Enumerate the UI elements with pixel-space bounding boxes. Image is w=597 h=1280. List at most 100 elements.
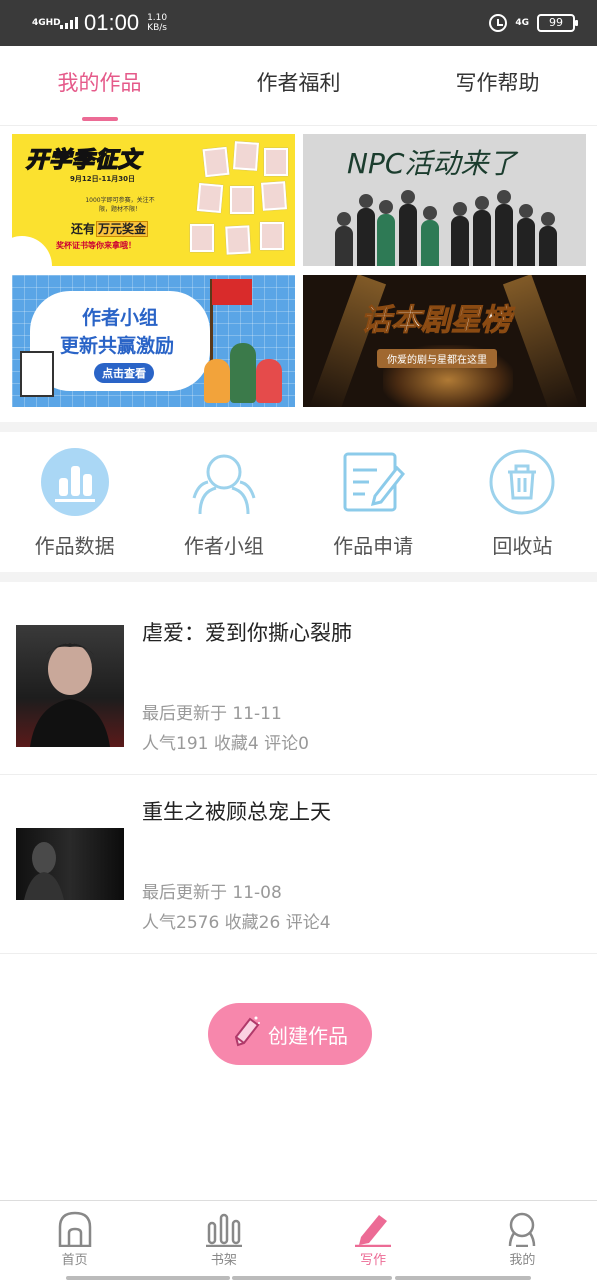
photo-thumbnail	[260, 222, 284, 250]
nav-label: 写作	[360, 1253, 387, 1268]
photo-thumbnail	[202, 146, 230, 178]
group-icon	[190, 448, 258, 516]
system-nav-bar	[395, 1276, 531, 1280]
work-stats: 人气191 收藏4 评论0	[142, 734, 309, 754]
shortcut-work-application[interactable]: 作品申请	[299, 440, 448, 570]
tab-my-works[interactable]: 我的作品	[0, 46, 199, 125]
person-figure	[539, 212, 557, 266]
signal-bars-icon	[60, 17, 78, 29]
banner-prize: 还有 万元奖金	[70, 220, 149, 237]
nav-label: 首页	[61, 1253, 88, 1268]
group-photo	[333, 184, 563, 266]
photo-thumbnail	[196, 183, 224, 213]
photo-thumbnail	[264, 148, 288, 176]
shortcut-label: 回收站	[492, 534, 553, 558]
banner-view-button[interactable]: 点击查看	[94, 363, 154, 383]
network-speed-unit: KB/s	[147, 23, 167, 33]
photo-thumbnail	[190, 224, 214, 252]
person-figure	[517, 204, 535, 266]
banner-prize-highlight: 万元奖金	[96, 221, 149, 237]
photo-thumbnail	[233, 141, 259, 171]
pen-icon	[355, 1211, 392, 1248]
tab-writing-help[interactable]: 写作帮助	[398, 46, 597, 125]
banner-description: 1000字即可参赛，关注不限，题材不限！	[85, 197, 155, 213]
shortcut-recycle-bin[interactable]: 回收站	[448, 440, 597, 570]
bar-chart-icon	[40, 448, 109, 516]
system-nav-bar	[66, 1276, 230, 1280]
banner-prize-prefix: 还有	[71, 222, 96, 236]
shortcut-label: 作品数据	[34, 534, 115, 558]
clock: 01:00	[84, 10, 140, 35]
person-figure	[495, 190, 513, 266]
shortcut-author-group[interactable]: 作者小组	[149, 440, 298, 570]
person-figure	[377, 200, 395, 266]
banner-script-ranking[interactable]: 话本剧星榜 你爱的剧与星都在这里	[303, 275, 586, 407]
work-item[interactable]: 重生之被顾总宠上天 最后更新于 11-08 人气2576 收藏26 评论4	[0, 776, 597, 954]
work-stats: 人气2576 收藏26 评论4	[142, 913, 331, 933]
banner-title: 作者小组	[82, 307, 159, 329]
work-cover-image	[16, 625, 124, 747]
banner-subline: 奖杯证书等你来拿哦！	[56, 241, 136, 250]
page: 4GHD 01:00 1.10 KB/s 4G 99 我的作品 作者福利 写作帮…	[0, 0, 597, 1280]
section-divider	[0, 422, 597, 432]
banner-subtitle: 你爱的剧与星都在这里	[377, 349, 497, 368]
mobile-data-indicator: 4G	[515, 17, 529, 28]
shortcut-label: 作品申请	[333, 534, 414, 558]
tab-author-benefits[interactable]: 作者福利	[199, 46, 398, 125]
section-divider	[0, 572, 597, 582]
work-item[interactable]: 虐爱：爱到你撕心裂肺 最后更新于 11-11 人气191 收藏4 评论0	[0, 597, 597, 775]
work-title: 重生之被顾总宠上天	[142, 800, 331, 824]
banner-npc-event[interactable]: NPC活动来了	[303, 134, 586, 266]
banner-date: 9月12日-11月30日	[70, 175, 135, 183]
photo-thumbnail	[225, 225, 251, 255]
shortcut-label: 作者小组	[183, 534, 264, 558]
nav-label: 我的	[509, 1253, 536, 1268]
banner-subtitle: 更新共赢激励	[60, 335, 175, 357]
bottom-navigation: 首页 书架 写作 我的	[0, 1200, 597, 1280]
network-speed: 1.10 KB/s	[147, 13, 167, 33]
work-cover-image	[16, 828, 124, 900]
person-figure	[421, 206, 439, 266]
nav-profile[interactable]: 我的	[448, 1201, 597, 1280]
status-icons: 4G 99	[489, 14, 578, 32]
person-figure	[357, 194, 375, 266]
work-title: 虐爱：爱到你撕心裂肺	[142, 621, 352, 645]
trash-icon	[488, 448, 556, 516]
banner-title: 开学季征文	[25, 147, 142, 174]
status-bar: 4GHD 01:00 1.10 KB/s 4G 99	[0, 0, 597, 46]
work-last-updated: 最后更新于 11-11	[142, 704, 282, 724]
profile-icon	[504, 1211, 540, 1248]
nav-label: 书架	[210, 1253, 237, 1268]
photo-thumbnail	[261, 181, 287, 211]
top-tabs: 我的作品 作者福利 写作帮助	[0, 46, 597, 126]
nav-home[interactable]: 首页	[0, 1201, 149, 1280]
nav-write[interactable]: 写作	[299, 1201, 448, 1280]
alarm-icon	[489, 14, 508, 32]
spotlight-ray	[502, 275, 580, 407]
person-figure	[335, 212, 353, 266]
banner-title: 话本剧星榜	[361, 303, 512, 339]
cartoon-character	[204, 359, 230, 403]
shortcut-work-data[interactable]: 作品数据	[0, 440, 149, 570]
red-flag-icon	[212, 279, 252, 305]
work-last-updated: 最后更新于 11-08	[142, 883, 282, 903]
photo-thumbnail	[230, 186, 254, 214]
create-work-label: 创建作品	[268, 1023, 348, 1048]
edit-document-icon	[339, 448, 407, 516]
banner-title: NPC活动来了	[347, 147, 517, 180]
nav-bookshelf[interactable]: 书架	[149, 1201, 298, 1280]
network-type: 4GHD	[32, 17, 61, 28]
banner-back-to-school-contest[interactable]: 开学季征文 9月12日-11月30日 1000字即可参赛，关注不限，题材不限！ …	[12, 134, 295, 266]
system-nav-bar	[232, 1276, 392, 1280]
pencil-icon	[232, 1015, 262, 1053]
decorative-blob	[12, 236, 52, 266]
person-figure	[473, 196, 491, 266]
banner-author-group[interactable]: 作者小组 更新共赢激励 点击查看	[12, 275, 295, 407]
shortcut-row: 作品数据 作者小组 作品申请 回收站	[0, 440, 597, 570]
network-speed-value: 1.10	[147, 13, 168, 23]
cartoon-character	[230, 343, 256, 403]
battery-icon: 99	[537, 14, 578, 32]
bookshelf-icon	[205, 1211, 242, 1248]
photo-collage	[184, 140, 288, 258]
create-work-button[interactable]: 创建作品	[208, 1003, 372, 1065]
